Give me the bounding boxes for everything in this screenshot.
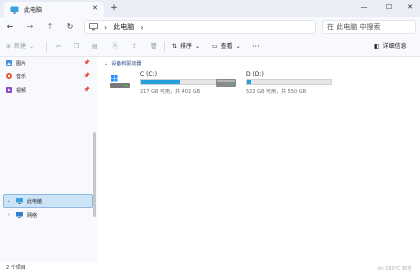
nav-label: 此电脑	[27, 198, 43, 205]
forward-button[interactable]: →	[24, 21, 36, 33]
drive-usage-fill	[141, 80, 180, 84]
address-bar[interactable]: › 此电脑 ›	[84, 20, 316, 34]
toolbar-divider	[46, 42, 47, 52]
breadcrumb-this-pc[interactable]: 此电脑	[113, 22, 134, 32]
minimize-button[interactable]: —	[356, 1, 372, 13]
paste-icon: ▤	[92, 43, 98, 50]
chevron-down-icon: ⌄	[104, 60, 109, 67]
share-icon: ⇪	[132, 43, 138, 50]
sort-button[interactable]: ⇅ 排序 ⌄	[172, 41, 200, 53]
paste-button[interactable]: ▤	[92, 41, 98, 53]
view-icon: ▭	[212, 43, 218, 50]
drive-space-info: 522 GB 可用，共 550 GB	[246, 89, 307, 95]
monitor-icon	[89, 23, 98, 31]
details-button[interactable]: ◧ 详细信息	[374, 41, 407, 53]
network-icon	[16, 212, 23, 218]
drive-space-info: 217 GB 可用，共 402 GB	[140, 89, 201, 95]
sort-label: 排序	[180, 43, 193, 50]
delete-button[interactable]: 🗑	[150, 41, 158, 53]
sort-icon: ⇅	[172, 43, 178, 50]
pictures-icon	[6, 60, 12, 66]
tab-title: 此电脑	[24, 7, 43, 14]
tab-this-pc[interactable]: 此电脑 ✕	[4, 2, 104, 17]
view-button[interactable]: ▭ 查看 ⌄	[212, 41, 241, 53]
drive-name: C (C:)	[140, 71, 157, 78]
copy-icon: ❐	[74, 43, 80, 50]
breadcrumb-separator[interactable]: ›	[104, 23, 107, 32]
chevron-down-icon: ⌄	[235, 43, 241, 50]
share-button[interactable]: ⇪	[132, 41, 137, 53]
rename-icon: Ⓐ	[112, 43, 119, 50]
pin-icon[interactable]: 📌	[84, 87, 90, 93]
windows-drive-icon	[110, 75, 130, 88]
refresh-button[interactable]: ↻	[64, 21, 76, 33]
cut-button[interactable]: ✂	[56, 41, 61, 53]
trash-icon: 🗑	[150, 43, 158, 50]
new-label: 新建	[14, 43, 27, 50]
maximize-button[interactable]: ☐	[381, 1, 397, 13]
pin-icon[interactable]: 📌	[84, 60, 90, 66]
scrollbar[interactable]	[93, 132, 96, 217]
nav-label: 音乐	[16, 73, 27, 80]
drive-name: D (D:)	[246, 71, 264, 78]
content-area: ⌄ 设备和驱动器 C (C:) 217 GB 可用，共 402 GB D (D:…	[100, 57, 420, 262]
new-button[interactable]: ⊕ 新建 ⌄	[6, 41, 34, 53]
view-label: 查看	[220, 43, 233, 50]
chevron-down-icon[interactable]: ⌄	[6, 198, 12, 204]
nav-item-this-pc[interactable]: ⌄ 此电脑	[6, 196, 42, 206]
rename-button[interactable]: Ⓐ	[112, 41, 118, 53]
item-count: 2 个项目	[6, 265, 26, 271]
group-header-label: 设备和驱动器	[111, 61, 142, 67]
new-tab-button[interactable]: +	[108, 3, 120, 15]
navigation-pane: 图片 📌 音乐 📌 视频 📌 ⌄ 此电脑 › 网络	[0, 57, 97, 262]
nav-item-pictures[interactable]: 图片 📌	[6, 58, 94, 68]
toolbar-divider	[164, 42, 165, 52]
copy-button[interactable]: ❐	[74, 41, 79, 53]
nav-item-music[interactable]: 音乐 📌	[6, 71, 94, 81]
drive-usage-bar	[246, 79, 332, 85]
nav-label: 视频	[16, 87, 27, 94]
close-tab-icon[interactable]: ✕	[92, 4, 98, 12]
chevron-right-icon[interactable]: ›	[6, 212, 12, 218]
watermark: dn 180℃ 知乎	[377, 266, 412, 272]
drive-icon	[216, 79, 236, 87]
drive-usage-bar	[140, 79, 226, 85]
drive-d[interactable]: D (D:) 522 GB 可用，共 550 GB	[216, 71, 332, 101]
scissors-icon: ✂	[56, 43, 62, 50]
command-bar: ⊕ 新建 ⌄ ✂ ❐ ▤ Ⓐ ⇪ 🗑 ⇅ 排序 ⌄ ▭ 查看 ⌄ ··· ◧ 详…	[0, 37, 420, 57]
status-bar: 2 个项目 dn 180℃ 知乎	[0, 262, 420, 274]
details-pane-icon: ◧	[374, 43, 380, 50]
plus-circle-icon: ⊕	[6, 43, 12, 50]
breadcrumb-chevron[interactable]: ›	[140, 23, 143, 32]
title-bar: 此电脑 ✕ + — ☐ ✕	[0, 0, 420, 17]
back-button[interactable]: ←	[4, 21, 16, 33]
drive-usage-fill	[247, 80, 252, 84]
address-row: ← → ↑ ↻ › 此电脑 › 在 此电脑 中搜索	[0, 17, 420, 37]
nav-label: 网络	[27, 212, 38, 219]
chevron-down-icon: ⌄	[195, 43, 201, 50]
up-button[interactable]: ↑	[44, 21, 56, 33]
drive-c[interactable]: C (C:) 217 GB 可用，共 402 GB	[110, 71, 226, 101]
nav-item-network[interactable]: › 网络	[6, 210, 37, 220]
nav-label: 图片	[16, 60, 27, 67]
nav-item-videos[interactable]: 视频 📌	[6, 85, 94, 95]
pin-icon[interactable]: 📌	[84, 73, 90, 79]
music-icon	[6, 73, 12, 79]
videos-icon	[6, 87, 12, 93]
close-window-button[interactable]: ✕	[402, 1, 418, 13]
this-pc-icon	[10, 6, 19, 13]
this-pc-icon	[16, 198, 23, 204]
chevron-down-icon: ⌄	[29, 43, 35, 50]
more-options-button[interactable]: ···	[252, 41, 260, 53]
details-label: 详细信息	[382, 43, 407, 50]
search-input[interactable]: 在 此电脑 中搜索	[322, 20, 416, 34]
group-header[interactable]: ⌄ 设备和驱动器	[104, 60, 142, 68]
